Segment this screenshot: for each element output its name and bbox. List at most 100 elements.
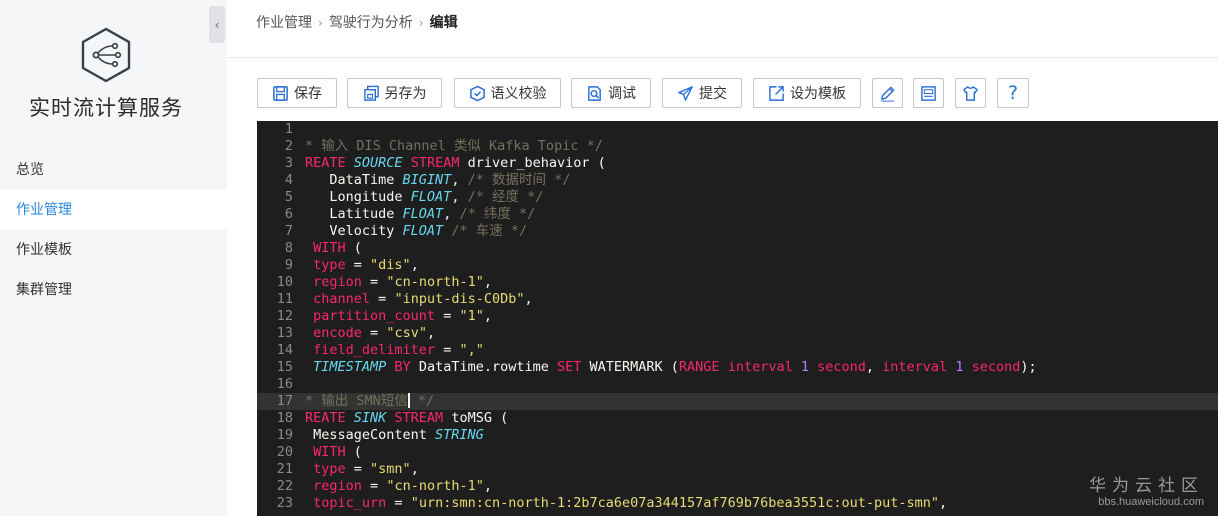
code-line[interactable]: 3 REATE SOURCE STREAM driver_behavior ( (257, 155, 1218, 172)
code-token: ( (353, 240, 362, 256)
code-line[interactable]: 11 channel = "input-dis-C0Db", (257, 291, 1218, 308)
code-token: REATE (305, 155, 354, 171)
code-token: /* 车速 */ (451, 223, 528, 239)
line-number: 22 (276, 478, 293, 494)
code-token: topic_urn (313, 495, 395, 511)
param-panel-icon (921, 85, 936, 101)
set-as-template-button[interactable]: 设为模板 (753, 78, 861, 108)
code-line[interactable]: 23 topic_urn = "urn:smn:cn-north-1:2b7ca… (257, 495, 1218, 512)
code-token: FLOAT (402, 206, 444, 222)
code-lines: 1 2 * 输入 DIS Channel 类似 Kafka Topic */3 REA… (257, 121, 1218, 512)
sidebar-item-job-management[interactable]: 作业管理 (0, 190, 227, 230)
code-token: partition_count (313, 308, 444, 324)
code-text: partition_count = "1", (305, 308, 492, 325)
code-line[interactable]: 15 TIMESTAMP BY DataTime.rowtime SET WAT… (257, 359, 1218, 376)
code-line[interactable]: 14 field_delimiter = "," (257, 342, 1218, 359)
code-line[interactable]: 5 Longitude FLOAT, /* 经度 */ (257, 189, 1218, 206)
code-text: encode = "csv", (305, 325, 435, 342)
code-token: "dis" (370, 257, 411, 273)
line-number: 5 (284, 189, 293, 205)
code-line[interactable]: 9 type = "dis", (257, 257, 1218, 274)
code-token: , (451, 189, 468, 205)
sidebar-collapse-button[interactable]: ‹ (209, 6, 225, 43)
code-token: , (443, 206, 460, 222)
code-line[interactable]: 12 partition_count = "1", (257, 308, 1218, 325)
code-token: driver_behavior ( (467, 155, 606, 171)
code-token: * 输入 DIS Channel 类似 Kafka Topic */ (305, 138, 603, 154)
line-number: 21 (276, 461, 293, 477)
job-settings-button[interactable] (913, 78, 944, 108)
code-token: = (353, 257, 371, 273)
code-line[interactable]: 16 (257, 376, 1218, 393)
sidebar-item-overview[interactable]: 总览 (0, 150, 227, 190)
code-token: Velocity (305, 223, 403, 239)
semantic-check-button[interactable]: 语义校验 (454, 78, 561, 108)
breadcrumb: 作业管理 › 驾驶行为分析 › 编辑 (256, 12, 458, 32)
code-token: BY (394, 359, 419, 375)
save-as-button[interactable]: 另存为 (347, 78, 442, 108)
code-text: Velocity FLOAT /* 车速 */ (305, 223, 527, 240)
code-line[interactable]: 6 Latitude FLOAT, /* 纬度 */ (257, 206, 1218, 223)
code-token: SET (556, 359, 590, 375)
code-token: REATE (305, 410, 354, 426)
sidebar-item-cluster-management[interactable]: 集群管理 (0, 270, 227, 310)
export-icon (769, 85, 784, 101)
code-token: , (451, 172, 468, 188)
submit-label: 提交 (699, 86, 727, 102)
code-line[interactable]: 7 Velocity FLOAT /* 车速 */ (257, 223, 1218, 240)
code-token: SINK (353, 410, 395, 426)
code-token: Latitude (305, 206, 403, 222)
code-token: WITH (313, 444, 354, 460)
breadcrumb-job-management[interactable]: 作业管理 (256, 15, 312, 31)
code-line[interactable]: 1 (257, 121, 1218, 138)
line-number: 6 (284, 206, 293, 222)
line-number: 12 (276, 308, 293, 324)
line-number: 15 (276, 359, 293, 375)
code-token: = (370, 274, 387, 290)
code-token: = (370, 478, 387, 494)
line-number: 16 (276, 376, 293, 392)
help-button[interactable]: ? (997, 78, 1029, 108)
sidebar-item-job-templates[interactable]: 作业模板 (0, 230, 227, 270)
debug-button[interactable]: 调试 (571, 78, 651, 108)
code-line[interactable]: 10 region = "cn-north-1", (257, 274, 1218, 291)
sidebar: 实时流计算服务 总览 作业管理 作业模板 集群管理 ‹ (0, 0, 227, 516)
theme-button[interactable] (955, 78, 986, 108)
breadcrumb-job-name[interactable]: 驾驶行为分析 (329, 15, 413, 31)
code-line[interactable]: 21 type = "smn", (257, 461, 1218, 478)
line-number: 18 (276, 410, 293, 426)
code-token: "," (459, 342, 484, 358)
line-number: 2 (284, 138, 293, 154)
code-text: TIMESTAMP BY DataTime.rowtime SET WATERM… (305, 359, 1036, 376)
code-line[interactable]: 19 MessageContent STRING (257, 427, 1218, 444)
save-label: 保存 (294, 86, 322, 102)
code-token: 1 (955, 359, 972, 375)
code-line[interactable]: 22 region = "cn-north-1", (257, 478, 1218, 495)
code-text: region = "cn-north-1", (305, 478, 492, 495)
code-token: * 输出 SMN短信 (305, 393, 408, 409)
code-text: topic_urn = "urn:smn:cn-north-1:2b7ca6e0… (305, 495, 947, 512)
code-text: region = "cn-north-1", (305, 274, 492, 291)
save-button[interactable]: 保存 (257, 78, 337, 108)
code-line[interactable]: 20 WITH ( (257, 444, 1218, 461)
code-text: type = "smn", (305, 461, 419, 478)
line-number: 1 (284, 121, 293, 137)
code-line[interactable]: 13 encode = "csv", (257, 325, 1218, 342)
edit-button[interactable] (872, 78, 903, 108)
code-text: type = "dis", (305, 257, 419, 274)
code-token: "urn:smn:cn-north-1:2b7ca6e07a344157af76… (410, 495, 939, 511)
watermark: 华为云社区 bbs.huaweicloud.com (1089, 471, 1204, 508)
code-token: , (865, 359, 883, 375)
submit-button[interactable]: 提交 (662, 78, 742, 108)
code-line[interactable]: 17 * 输出 SMN短信 */ (257, 393, 1218, 410)
code-line[interactable]: 2 * 输入 DIS Channel 类似 Kafka Topic */ (257, 138, 1218, 155)
code-text: * 输出 SMN短信 */ (305, 393, 434, 410)
code-text: REATE SOURCE STREAM driver_behavior ( (305, 155, 606, 172)
code-line[interactable]: 8 WITH ( (257, 240, 1218, 257)
code-token: /* 纬度 */ (459, 206, 536, 222)
code-line[interactable]: 18 REATE SINK STREAM toMSG ( (257, 410, 1218, 427)
sql-code-editor[interactable]: 1 2 * 输入 DIS Channel 类似 Kafka Topic */3 REA… (257, 121, 1218, 516)
code-token: FLOAT (402, 223, 452, 239)
code-line[interactable]: 4 DataTime BIGINT, /* 数据时间 */ (257, 172, 1218, 189)
set-as-template-label: 设为模板 (790, 86, 846, 102)
